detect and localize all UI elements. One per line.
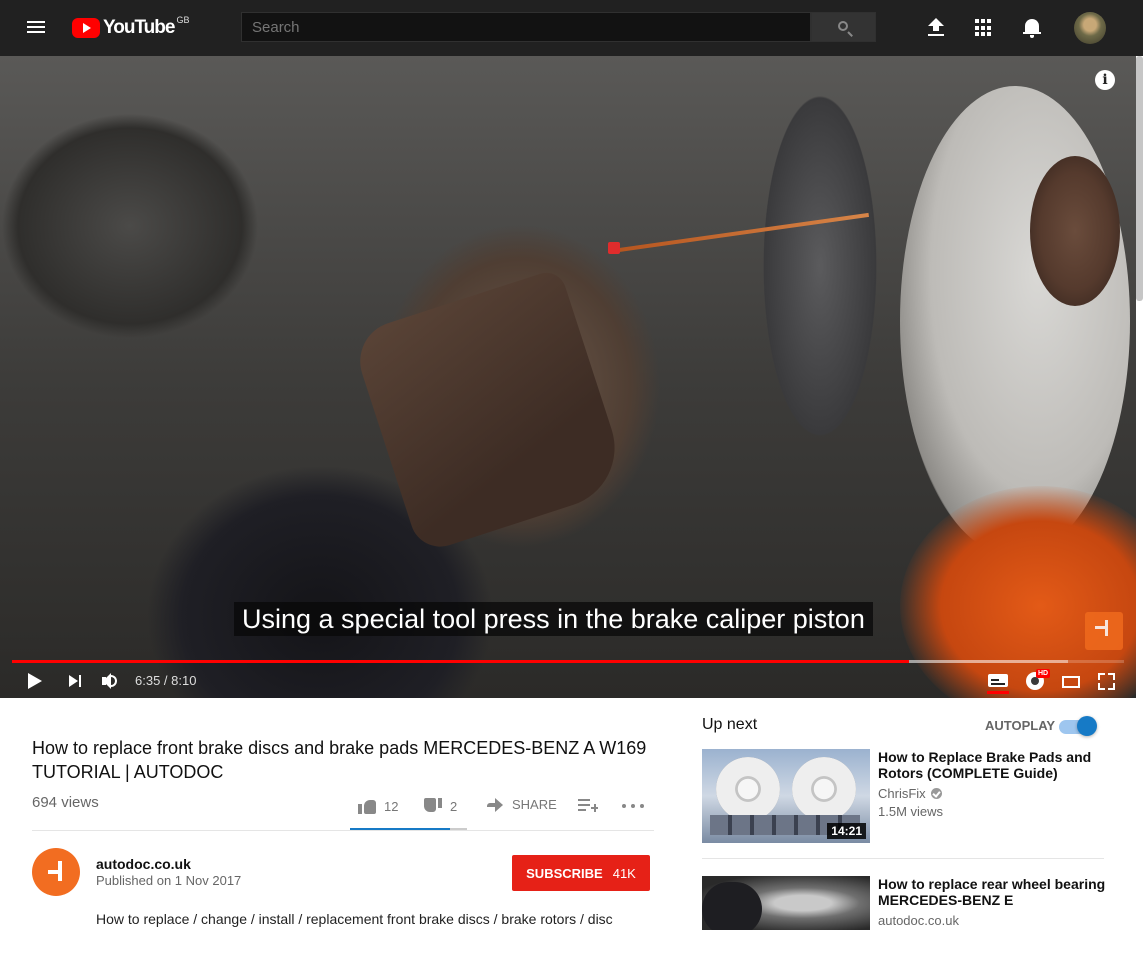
subscriber-count: 41K xyxy=(612,865,636,881)
search-button[interactable] xyxy=(811,12,876,42)
video-frame-sensor xyxy=(608,242,620,254)
video-frame-wire xyxy=(610,212,870,254)
video-thumbnail[interactable]: 14:21 xyxy=(702,749,870,843)
info-icon[interactable]: i xyxy=(1095,70,1115,90)
subtitle-caption: Using a special tool press in the brake … xyxy=(234,602,873,636)
video-player[interactable]: i Using a special tool press in the brak… xyxy=(0,56,1136,698)
thumbs-up-icon xyxy=(358,797,378,815)
dislike-count: 2 xyxy=(450,798,458,814)
channel-name-label: ChrisFix xyxy=(878,786,926,801)
verified-check-icon xyxy=(930,788,942,799)
recommended-video-channel: ChrisFix xyxy=(878,786,942,801)
search-input[interactable] xyxy=(241,12,811,42)
menu-icon[interactable] xyxy=(24,18,48,38)
like-button[interactable]: 12 xyxy=(358,797,398,815)
channel-name-label: autodoc.co.uk xyxy=(878,913,959,928)
video-frame-glove xyxy=(900,486,1136,698)
recommended-video-title[interactable]: How to replace rear wheel bearing MERCED… xyxy=(878,876,1108,908)
settings-gear-icon[interactable]: HD xyxy=(1023,668,1051,694)
youtube-logo[interactable]: YouTube GB xyxy=(72,15,189,41)
video-title: How to replace front brake discs and bra… xyxy=(32,738,647,782)
youtube-play-icon xyxy=(72,18,100,38)
share-label: SHARE xyxy=(512,797,557,812)
video-frame-rotor xyxy=(900,86,1130,556)
up-next-heading: Up next xyxy=(702,716,758,733)
dislike-button[interactable]: 2 xyxy=(424,797,457,815)
upload-icon[interactable] xyxy=(924,16,948,40)
subscribe-label: SUBSCRIBE xyxy=(526,865,603,881)
apps-grid-icon[interactable] xyxy=(972,16,996,40)
autoplay-label: AUTOPLAY xyxy=(985,718,1056,733)
time-display: 6:35 / 8:10 xyxy=(135,673,197,688)
view-count: 694 views xyxy=(32,794,99,811)
channel-name[interactable]: autodoc.co.uk xyxy=(96,856,191,872)
logo-region: GB xyxy=(176,15,190,25)
fullscreen-button[interactable] xyxy=(1096,668,1118,694)
channel-watermark-logo[interactable] xyxy=(1085,612,1123,650)
recommended-video-channel: autodoc.co.uk xyxy=(878,913,959,928)
theater-mode-button[interactable] xyxy=(1060,668,1082,694)
recommended-video-views: 1.5M views xyxy=(878,804,944,819)
hd-badge: HD xyxy=(1036,669,1051,678)
divider xyxy=(32,830,654,831)
recommended-video-title[interactable]: How to Replace Brake Pads and Rotors (CO… xyxy=(878,749,1108,781)
play-button[interactable] xyxy=(24,668,44,694)
like-count: 12 xyxy=(384,798,399,814)
account-avatar[interactable] xyxy=(1074,12,1106,44)
masthead: YouTube GB xyxy=(0,0,1143,56)
divider xyxy=(702,858,1104,859)
autoplay-toggle[interactable] xyxy=(1059,716,1097,736)
recommended-video[interactable]: How to replace rear wheel bearing MERCED… xyxy=(702,876,1112,970)
search-icon xyxy=(838,21,848,31)
subtitles-button[interactable] xyxy=(987,668,1009,694)
video-description: How to replace / change / install / repl… xyxy=(96,911,613,927)
publish-date: Published on 1 Nov 2017 xyxy=(96,873,242,888)
progress-bar[interactable] xyxy=(12,660,1124,663)
video-frame-hub xyxy=(1030,156,1120,306)
notifications-bell-icon[interactable] xyxy=(1020,16,1044,40)
share-icon xyxy=(486,797,504,812)
progress-played xyxy=(12,660,910,663)
add-to-playlist-icon[interactable] xyxy=(578,797,598,813)
channel-avatar[interactable] xyxy=(32,848,80,896)
next-video-button[interactable] xyxy=(66,668,86,694)
share-button[interactable]: SHARE xyxy=(486,797,557,812)
video-duration: 14:21 xyxy=(827,823,866,839)
page-scrollbar[interactable] xyxy=(1136,56,1143,301)
video-thumbnail[interactable] xyxy=(702,876,870,930)
recommended-video[interactable]: 14:21 How to Replace Brake Pads and Roto… xyxy=(702,749,1112,843)
subscribe-button[interactable]: SUBSCRIBE 41K xyxy=(512,855,650,891)
more-actions-icon[interactable] xyxy=(622,804,644,810)
video-frame-caliper xyxy=(349,267,631,555)
logo-text: YouTube xyxy=(103,17,175,38)
thumbs-down-icon xyxy=(424,797,444,815)
